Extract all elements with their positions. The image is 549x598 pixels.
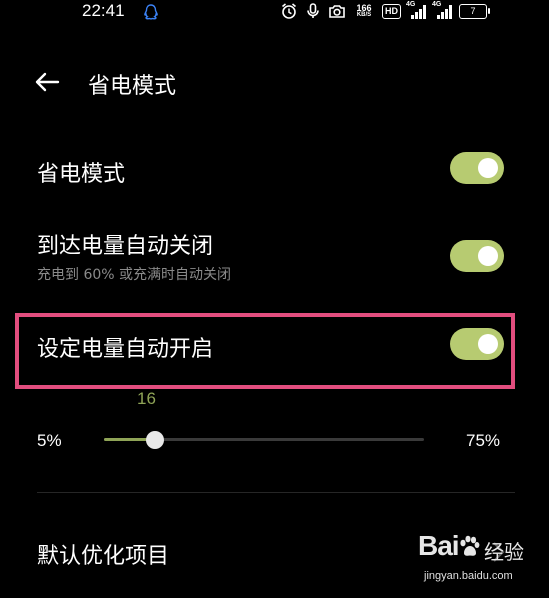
auto-off-label: 到达电量自动关闭 [37,234,214,259]
network-speed-unit: KB/S [356,11,372,18]
auto-on-label: 设定电量自动开启 [37,337,214,362]
hd-badge: HD [382,3,401,19]
signal-tag-2: 4G [432,1,442,8]
battery-icon: 7 [459,3,490,19]
qq-icon [144,4,158,20]
toggle-knob [478,334,498,354]
power-saving-toggle[interactable] [450,152,504,184]
toggle-knob [478,158,498,178]
signal-tag: 4G [406,1,416,8]
network-speed-value: 166 [356,2,372,13]
watermark-brand-cn: 经验 [484,540,524,564]
back-button[interactable] [30,66,64,98]
paw-icon [460,535,480,556]
divider [37,492,515,493]
slider-max-label: 75% [466,431,501,450]
network-speed: 166 KB/S [352,2,376,19]
arrow-left-icon [35,72,60,92]
slider-min-label: 5% [37,431,62,450]
battery-level: 7 [470,5,476,16]
default-optimization-item[interactable]: 默认优化项目 [37,538,169,570]
toggle-knob [478,246,498,266]
auto-off-subtitle: 充电到 60% 或充满时自动关闭 [37,267,232,283]
power-saving-label: 省电模式 [37,162,126,187]
slider-value: 16 [137,389,156,408]
camera-icon [329,5,345,18]
signal-icon-2: 4G [432,1,453,19]
status-time: 22:41 [82,1,125,20]
page-title: 省电模式 [88,74,177,99]
auto-off-toggle[interactable] [450,240,504,272]
status-bar: 22:41 166 KB/S HD 4G 4G 7 [0,0,549,26]
signal-icon: 4G [406,1,427,19]
alarm-icon [281,3,297,19]
auto-on-toggle[interactable] [450,328,504,360]
slider-thumb[interactable] [146,431,165,449]
watermark-url: jingyan.baidu.com [424,570,513,582]
baidu-jingyan-watermark: Bai 经验 jingyan.baidu.com [418,530,540,592]
watermark-brand: Bai [418,530,460,561]
mic-icon [307,3,319,18]
